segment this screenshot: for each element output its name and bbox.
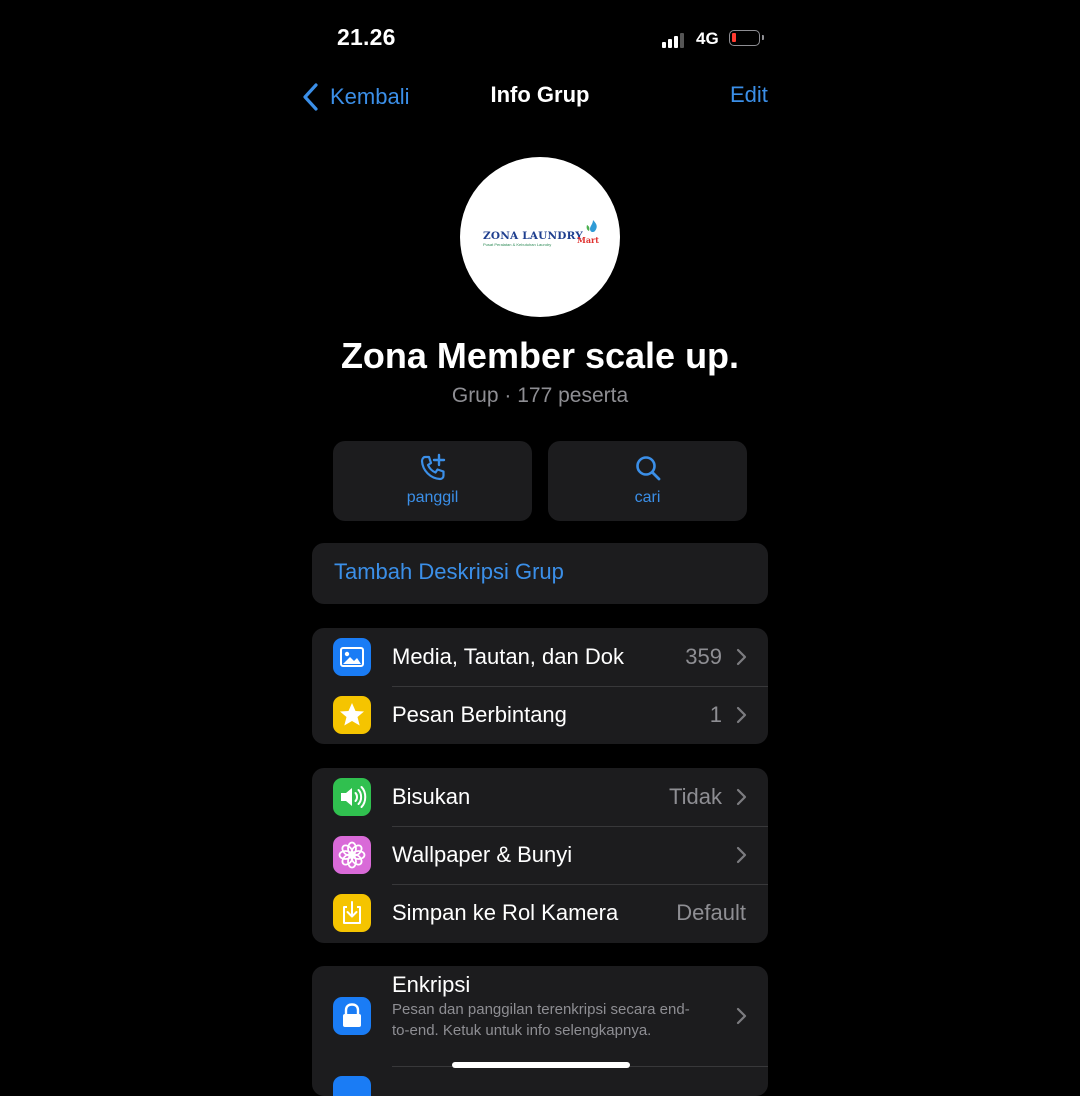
row-value: 359 (685, 644, 722, 669)
search-label: cari (634, 489, 661, 506)
search-button[interactable]: cari (548, 441, 747, 521)
call-label: panggil (406, 489, 459, 506)
row-label: Media, Tautan, dan Dok (392, 644, 624, 669)
call-button[interactable]: panggil (333, 441, 532, 521)
save-download-icon (333, 894, 371, 932)
signal-icon (662, 32, 688, 48)
starred-messages-row[interactable]: Pesan Berbintang 1 (312, 686, 768, 744)
chevron-left-icon (303, 83, 318, 111)
group-name: Zona Member scale up. (340, 335, 740, 376)
row-value: Tidak (669, 784, 722, 809)
description-card: Tambah Deskripsi Grup (312, 543, 768, 604)
photo-icon (333, 638, 371, 676)
home-indicator[interactable] (452, 1062, 630, 1068)
status-time: 21.26 (337, 24, 396, 50)
next-row-icon (333, 1076, 371, 1096)
group-info-screen: 21.26 4G Kembali Info Grup Edit ZONA LAU… (0, 0, 1080, 1096)
encryption-title: Enkripsi (392, 972, 471, 997)
row-value: Default (676, 900, 746, 925)
encryption-description: Pesan dan panggilan terenkripsi secara e… (392, 1001, 690, 1039)
row-label: Simpan ke Rol Kamera (392, 900, 619, 925)
battery-icon (729, 30, 764, 46)
add-description-link[interactable]: Tambah Deskripsi Grup (334, 559, 564, 585)
edit-button[interactable]: Edit (730, 82, 768, 108)
back-button[interactable]: Kembali (300, 80, 409, 114)
phone-add-icon (420, 453, 446, 481)
row-value: 1 (709, 702, 722, 727)
chevron-right-icon (736, 1007, 747, 1025)
logo-text: ZONA LAUNDRY (483, 230, 583, 242)
star-icon (333, 696, 371, 734)
chevron-right-icon (736, 706, 747, 724)
encryption-row[interactable]: Enkripsi Pesan dan panggilan terenkripsi… (312, 966, 768, 1066)
group-subtitle: Grup · 177 peserta (451, 384, 629, 407)
logo-suffix: Mart (577, 235, 599, 245)
mute-row[interactable]: Bisukan Tidak (312, 768, 768, 826)
flower-icon (333, 836, 371, 874)
lock-icon (333, 997, 371, 1035)
back-label: Kembali (330, 84, 410, 109)
media-links-docs-row[interactable]: Media, Tautan, dan Dok 359 (312, 628, 768, 686)
chevron-right-icon (736, 648, 747, 666)
row-label: Pesan Berbintang (392, 702, 567, 727)
save-to-camera-roll-row[interactable]: Simpan ke Rol Kamera Default (312, 884, 768, 942)
settings-card: Bisukan Tidak Wallpaper & Bunyi Simpan k… (312, 768, 768, 943)
logo-drop-icon (586, 220, 597, 233)
media-card: Media, Tautan, dan Dok 359 Pesan Berbint… (312, 628, 768, 744)
speaker-icon (333, 778, 371, 816)
group-avatar[interactable]: ZONA LAUNDRY Mart Pusat Peralatan & Kebu… (460, 157, 620, 317)
chevron-right-icon (736, 846, 747, 864)
row-label: Wallpaper & Bunyi (392, 842, 573, 867)
row-label: Bisukan (392, 784, 471, 809)
wallpaper-sound-row[interactable]: Wallpaper & Bunyi (312, 826, 768, 884)
search-icon (636, 456, 661, 481)
logo-tagline: Pusat Peralatan & Kebutuhan Laundry (483, 242, 552, 247)
chevron-right-icon (736, 788, 747, 806)
network-label: 4G (696, 29, 719, 48)
page-title: Info Grup (490, 82, 590, 107)
encryption-card: Enkripsi Pesan dan panggilan terenkripsi… (312, 966, 768, 1096)
